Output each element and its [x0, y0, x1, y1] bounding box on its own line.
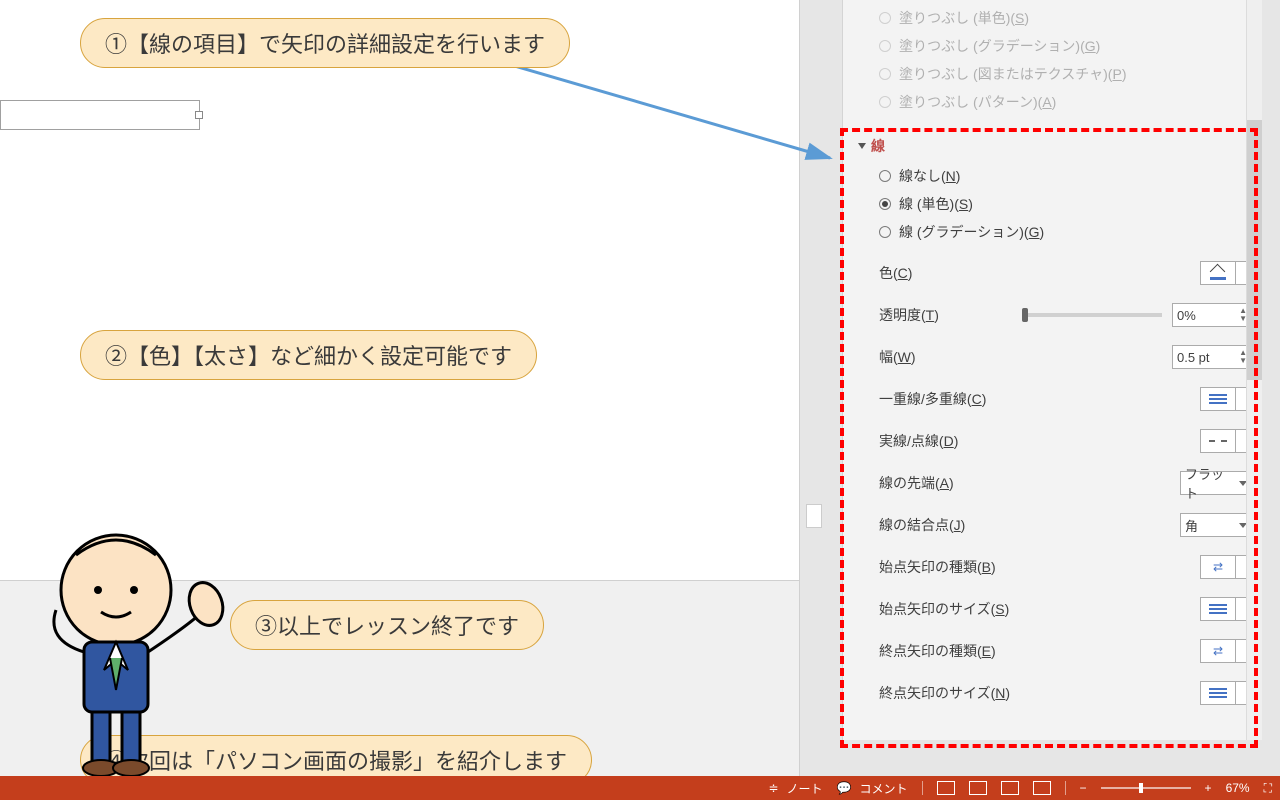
- pen-underline-icon: [1210, 266, 1226, 280]
- view-reading-icon[interactable]: [1001, 781, 1019, 795]
- prop-begin-arrow-size: 始点矢印のサイズ(S): [857, 588, 1252, 630]
- line-section-header[interactable]: 線: [857, 130, 1252, 162]
- prop-begin-arrow-type: 始点矢印の種類(B) ⇄: [857, 546, 1252, 588]
- fit-to-window-icon[interactable]: ⛶: [1264, 781, 1272, 796]
- end-arrow-type-dropdown[interactable]: ⇄: [1200, 639, 1252, 663]
- fill-option-pattern: 塗りつぶし (パターン)(A): [857, 88, 1252, 116]
- size-lines-icon: [1209, 688, 1227, 698]
- zoom-out[interactable]: −: [1080, 781, 1087, 795]
- prop-end-arrow-size: 終点矢印のサイズ(N): [857, 672, 1252, 714]
- prop-transparency: 透明度(T) 0% ▲▼: [857, 294, 1252, 336]
- callout-2: ②【色】【太さ】など細かく設定可能です: [80, 330, 537, 380]
- fill-option-solid: 塗りつぶし (単色)(S): [857, 4, 1252, 32]
- status-bar: ≑ ノート 💬 コメント − + 67% ⛶: [0, 776, 1280, 800]
- selected-shape[interactable]: [0, 100, 200, 130]
- width-spinner[interactable]: 0.5 pt ▲▼: [1172, 345, 1252, 369]
- dash-line-icon: [1209, 440, 1227, 442]
- view-normal-icon[interactable]: [937, 781, 955, 795]
- fill-section-disabled: 塗りつぶし (単色)(S) 塗りつぶし (グラデーション)(G) 塗りつぶし (…: [857, 4, 1252, 116]
- view-slideshow-icon[interactable]: [1033, 781, 1051, 795]
- prop-join: 線の結合点(J) 角: [857, 504, 1252, 546]
- collapse-icon: [858, 143, 866, 149]
- view-sorter-icon[interactable]: [969, 781, 987, 795]
- prop-cap: 線の先端(A) フラット: [857, 462, 1252, 504]
- slide-scroll-indicator[interactable]: [806, 504, 822, 528]
- compound-dropdown[interactable]: [1200, 387, 1252, 411]
- dash-dropdown[interactable]: [1200, 429, 1252, 453]
- notes-button[interactable]: ≑ ノート: [768, 780, 822, 797]
- panel-scrollbar[interactable]: [1246, 0, 1262, 740]
- fill-option-gradient: 塗りつぶし (グラデーション)(G): [857, 32, 1252, 60]
- format-shape-panel: 塗りつぶし (単色)(S) 塗りつぶし (グラデーション)(G) 塗りつぶし (…: [842, 0, 1262, 740]
- radio-icon: [879, 198, 891, 210]
- zoom-slider[interactable]: [1101, 787, 1191, 789]
- line-option-solid[interactable]: 線 (単色)(S): [857, 190, 1252, 218]
- fill-option-picture: 塗りつぶし (図またはテクスチャ)(P): [857, 60, 1252, 88]
- prop-end-arrow-type: 終点矢印の種類(E) ⇄: [857, 630, 1252, 672]
- line-section-title: 線: [871, 136, 885, 156]
- size-lines-icon: [1209, 604, 1227, 614]
- begin-arrow-type-dropdown[interactable]: ⇄: [1200, 555, 1252, 579]
- transparency-spinner[interactable]: 0% ▲▼: [1172, 303, 1252, 327]
- callout-1: ①【線の項目】で矢印の詳細設定を行います: [80, 18, 570, 68]
- radio-icon: [879, 170, 891, 182]
- join-combo[interactable]: 角: [1180, 513, 1252, 537]
- prop-compound: 一重線/多重線(C): [857, 378, 1252, 420]
- line-option-none[interactable]: 線なし(N): [857, 162, 1252, 190]
- slide-canvas: [0, 0, 800, 580]
- transparency-slider[interactable]: [1022, 313, 1162, 317]
- zoom-value[interactable]: 67%: [1226, 781, 1250, 795]
- line-option-gradient[interactable]: 線 (グラデーション)(G): [857, 218, 1252, 246]
- prop-color: 色(C): [857, 252, 1252, 294]
- cap-combo[interactable]: フラット: [1180, 471, 1252, 495]
- begin-arrow-size-dropdown[interactable]: [1200, 597, 1252, 621]
- zoom-in[interactable]: +: [1205, 781, 1212, 795]
- prop-width: 幅(W) 0.5 pt ▲▼: [857, 336, 1252, 378]
- resize-handle[interactable]: [195, 111, 203, 119]
- arrows-icon: ⇄: [1213, 644, 1223, 658]
- radio-icon: [879, 226, 891, 238]
- color-picker[interactable]: [1200, 261, 1252, 285]
- comments-button[interactable]: 💬 コメント: [837, 780, 908, 797]
- arrows-icon: ⇄: [1213, 560, 1223, 574]
- prop-dash: 実線/点線(D): [857, 420, 1252, 462]
- callout-3: ③以上でレッスン終了です: [230, 600, 544, 650]
- mascot-illustration: [6, 520, 226, 780]
- compound-line-icon: [1209, 394, 1227, 404]
- end-arrow-size-dropdown[interactable]: [1200, 681, 1252, 705]
